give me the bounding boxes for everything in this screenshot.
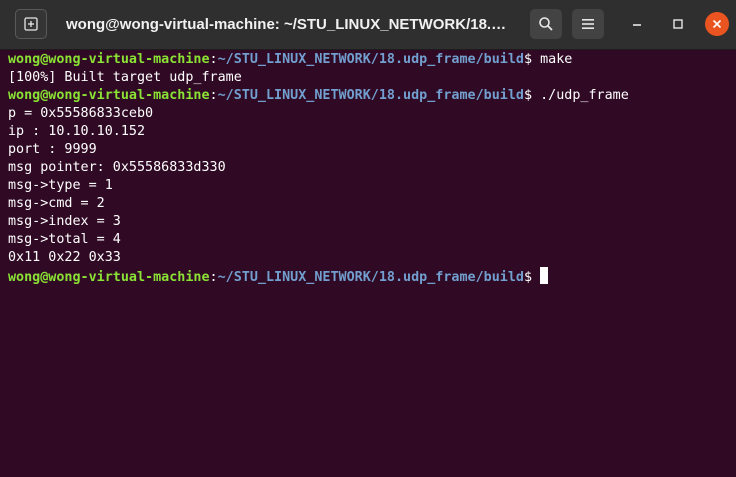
prompt-user: wong@wong-virtual-machine	[8, 52, 210, 67]
header-bar: wong@wong-virtual-machine: ~/STU_LINUX_N…	[0, 0, 736, 50]
prompt-colon: :	[209, 88, 218, 103]
close-icon	[712, 19, 722, 29]
prompt-path: ~/STU_LINUX_NETWORK/18.udp_frame/build	[217, 88, 524, 103]
prompt-line: wong@wong-virtual-machine:~/STU_LINUX_NE…	[8, 267, 549, 285]
output-line: [100%] Built target udp_frame	[8, 70, 242, 85]
output-line: msg->index = 3	[8, 214, 121, 229]
terminal-window: wong@wong-virtual-machine: ~/STU_LINUX_N…	[0, 0, 736, 477]
menu-button[interactable]	[572, 9, 604, 39]
command-text	[532, 270, 540, 285]
prompt-symbol: $	[523, 52, 533, 67]
output-line: 0x11 0x22 0x33	[8, 250, 121, 265]
prompt-symbol: $	[523, 88, 533, 103]
output-line: p = 0x55586833ceb0	[8, 106, 154, 121]
output-line: msg->cmd = 2	[8, 196, 105, 211]
prompt-colon: :	[209, 52, 218, 67]
close-button[interactable]	[705, 12, 729, 36]
hamburger-menu-icon	[582, 19, 594, 29]
prompt-line: wong@wong-virtual-machine:~/STU_LINUX_NE…	[8, 87, 629, 105]
command-text: make	[532, 52, 573, 67]
prompt-user: wong@wong-virtual-machine	[8, 88, 210, 103]
terminal-output[interactable]: wong@wong-virtual-machine:~/STU_LINUX_NE…	[0, 50, 736, 477]
prompt-symbol: $	[523, 270, 533, 285]
minimize-button[interactable]	[625, 12, 649, 36]
output-line: ip : 10.10.10.152	[8, 124, 146, 139]
output-line: msg->total = 4	[8, 232, 121, 247]
prompt-colon: :	[209, 270, 218, 285]
search-button[interactable]	[530, 9, 562, 39]
prompt-line: wong@wong-virtual-machine:~/STU_LINUX_NE…	[8, 51, 572, 69]
output-line: msg pointer: 0x55586833d330	[8, 160, 226, 175]
new-tab-icon	[24, 17, 38, 31]
window-title: wong@wong-virtual-machine: ~/STU_LINUX_N…	[66, 16, 510, 33]
maximize-icon	[673, 19, 683, 29]
search-icon	[539, 17, 553, 31]
minimize-icon	[633, 24, 641, 26]
prompt-user: wong@wong-virtual-machine	[8, 270, 210, 285]
text-cursor	[540, 267, 549, 284]
maximize-button[interactable]	[666, 12, 690, 36]
prompt-path: ~/STU_LINUX_NETWORK/18.udp_frame/build	[217, 270, 524, 285]
prompt-path: ~/STU_LINUX_NETWORK/18.udp_frame/build	[217, 52, 524, 67]
output-line: msg->type = 1	[8, 178, 113, 193]
command-text: ./udp_frame	[532, 88, 629, 103]
output-line: port : 9999	[8, 142, 97, 157]
new-tab-button[interactable]	[15, 9, 47, 39]
